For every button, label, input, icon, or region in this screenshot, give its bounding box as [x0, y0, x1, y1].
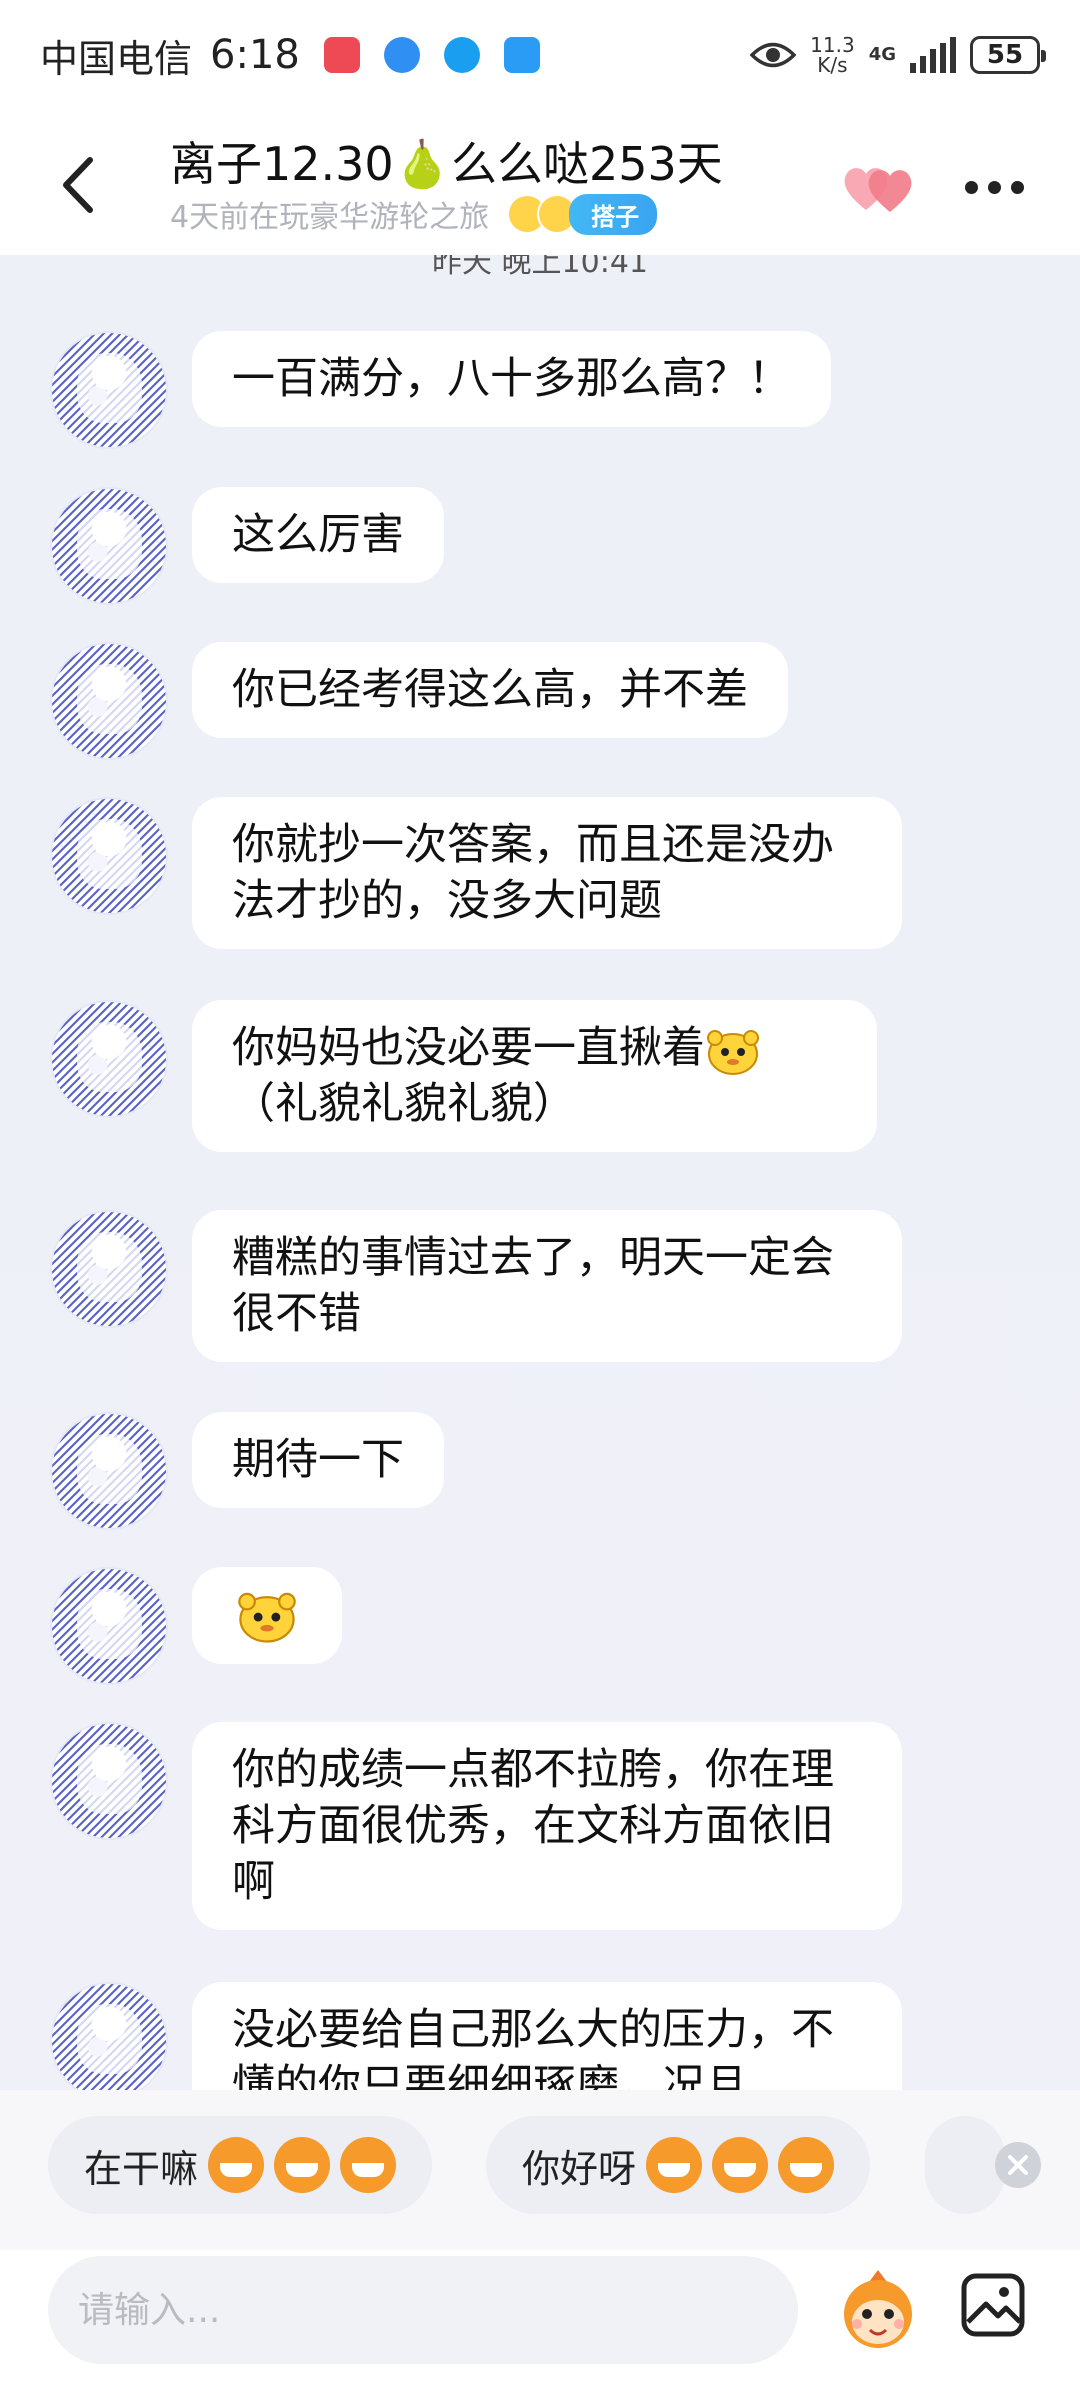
chat-title[interactable]: 离子12.30🍐么么哒253天	[170, 128, 723, 194]
contact-avatar[interactable]	[50, 487, 168, 605]
activity-status: 4天前在玩豪华游轮之旅	[170, 200, 490, 235]
eye-icon	[750, 42, 797, 68]
notification-chat-icon	[503, 37, 540, 73]
image-picker-button[interactable]	[958, 2270, 1028, 2340]
message-text: （礼貌礼貌礼貌）	[232, 1079, 576, 1129]
contact-avatar[interactable]	[50, 1722, 168, 1840]
chat-message-list[interactable]: 昨天 晚上10:41 一百满分，八十多那么高？！ 这么厉害 你已经考得这么高，并…	[0, 255, 1080, 2090]
chat-header: 离子12.30🍐么么哒253天 4天前在玩豪华游轮之旅 搭子	[0, 110, 1080, 255]
contact-avatar[interactable]	[50, 1982, 168, 2090]
contact-avatar[interactable]	[50, 331, 168, 449]
chat-subtitle: 4天前在玩豪华游轮之旅 搭子	[170, 192, 658, 236]
grin-monkey-emoji-icon	[208, 2137, 265, 2193]
message-text: 你妈妈也没必要一直揪着	[232, 1023, 705, 1073]
partner-tag[interactable]: 搭子	[507, 193, 658, 235]
image-icon	[961, 2273, 1025, 2337]
quick-reply-bar: 在干嘛 你好呀	[0, 2090, 1080, 2250]
signal-icon	[910, 37, 956, 73]
contact-avatar[interactable]	[50, 797, 168, 915]
message-bubble[interactable]: 期待一下	[192, 1412, 444, 1508]
yellow-bear-emoji-icon	[705, 1026, 761, 1076]
net-speed: 11.3 K/s	[810, 35, 855, 75]
tag-emoji-icons	[507, 194, 578, 234]
message-bubble[interactable]: 一百满分，八十多那么高？！	[192, 331, 831, 427]
close-icon	[1008, 2155, 1028, 2175]
tag-label: 搭子	[569, 193, 658, 235]
notification-map-icon	[443, 37, 480, 73]
carrier-name: 中国电信	[40, 36, 193, 81]
grin-monkey-emoji-icon	[274, 2137, 331, 2193]
contact-avatar[interactable]	[50, 1210, 168, 1328]
quick-reply-label: 你好呀	[522, 2146, 637, 2191]
input-bar	[0, 2250, 1080, 2400]
network-type: 4G	[868, 44, 896, 65]
message-bubble[interactable]	[192, 1567, 342, 1664]
close-quick-replies-button[interactable]	[995, 2142, 1041, 2188]
message-input[interactable]	[48, 2256, 798, 2364]
net-speed-unit: K/s	[817, 53, 848, 77]
message-bubble[interactable]: 没必要给自己那么大的压力，不懂的你只要细细琢磨，况且	[192, 1982, 902, 2090]
grin-monkey-emoji-icon	[340, 2137, 397, 2193]
status-bar: 中国电信 6:18 11.3 K/s 4G 55	[0, 0, 1080, 110]
quick-reply-chip[interactable]: 你好呀	[486, 2116, 871, 2214]
notification-browser-icon	[383, 37, 420, 73]
quick-reply-chip-partial[interactable]	[925, 2116, 1005, 2214]
more-options-button[interactable]	[965, 172, 1035, 202]
back-button[interactable]	[50, 150, 110, 220]
contact-avatar[interactable]	[50, 1412, 168, 1530]
message-bubble[interactable]: 你就抄一次答案，而且还是没办法才抄的，没多大问题	[192, 797, 902, 949]
contact-avatar[interactable]	[50, 642, 168, 760]
quick-reply-label: 在干嘛	[84, 2146, 199, 2191]
contact-avatar[interactable]	[50, 1000, 168, 1118]
message-bubble[interactable]: 你已经考得这么高，并不差	[192, 642, 788, 738]
monkey-emoji-icon	[646, 2137, 703, 2193]
chevron-left-icon	[63, 157, 93, 213]
contact-avatar[interactable]	[50, 1567, 168, 1685]
dot-icon	[965, 180, 978, 194]
monkey-emoji-icon	[712, 2137, 769, 2193]
quick-reply-chip[interactable]: 在干嘛	[48, 2116, 433, 2214]
message-bubble[interactable]: 你的成绩一点都不拉胯，你在理科方面很优秀，在文科方面依旧啊	[192, 1722, 902, 1930]
message-bubble[interactable]: 你妈妈也没必要一直揪着 （礼貌礼貌礼貌）	[192, 1000, 877, 1152]
dot-icon	[1011, 180, 1024, 194]
hearts-icon[interactable]	[840, 158, 920, 218]
dot-icon	[988, 180, 1001, 194]
mascot-icon	[844, 2270, 912, 2348]
yellow-bear-emoji-icon	[236, 1586, 298, 1646]
message-bubble[interactable]: 糟糕的事情过去了，明天一定会很不错	[192, 1210, 902, 1362]
status-time: 6:18	[210, 32, 300, 78]
net-speed-value: 11.3	[810, 33, 855, 57]
monkey-emoji-icon	[778, 2137, 835, 2193]
message-bubble[interactable]: 这么厉害	[192, 487, 444, 583]
notification-app-icon	[323, 37, 360, 73]
battery-indicator: 55	[970, 36, 1046, 74]
timestamp-label: 昨天 晚上10:41	[432, 255, 648, 280]
mascot-emoji-button[interactable]	[832, 2262, 924, 2354]
